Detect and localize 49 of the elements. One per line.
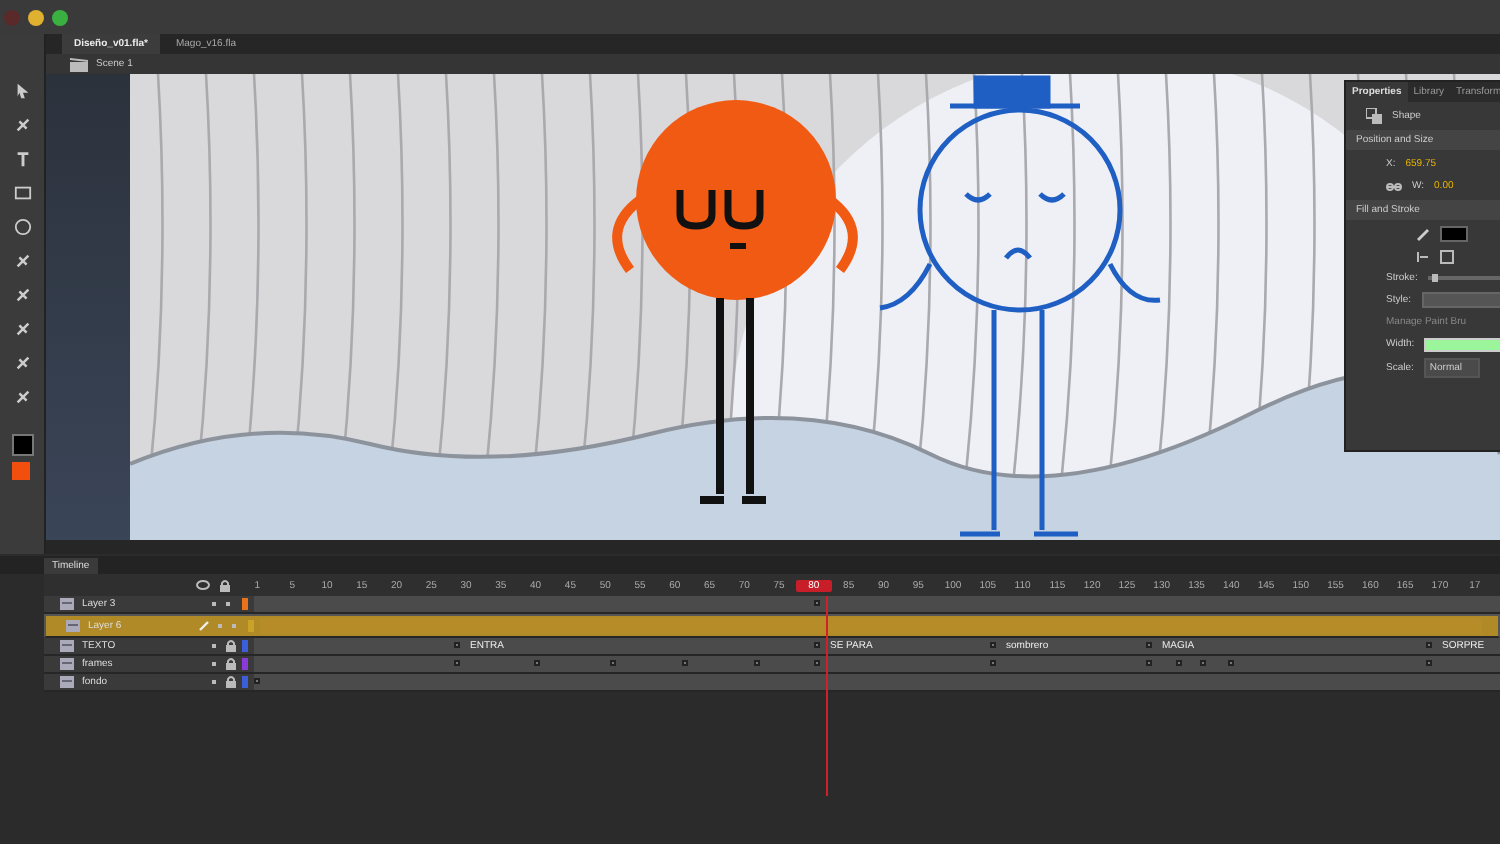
keyframe-icon[interactable]: [682, 660, 688, 666]
layer-color-swatch[interactable]: [242, 640, 248, 652]
lock-icon[interactable]: [220, 579, 230, 591]
keyframe-icon[interactable]: [814, 600, 820, 606]
keyframe-icon[interactable]: [1426, 642, 1432, 648]
keyframe-icon[interactable]: [814, 642, 820, 648]
link-icon[interactable]: [1386, 181, 1402, 191]
shape-icon: [1366, 108, 1382, 124]
keyframe-icon[interactable]: [1426, 660, 1432, 666]
layer-icon: [60, 658, 74, 670]
keyframe-icon[interactable]: [254, 678, 260, 684]
keyframe-icon[interactable]: [1200, 660, 1206, 666]
cap-icon[interactable]: [1416, 249, 1430, 263]
keyframe-icon[interactable]: [454, 660, 460, 666]
layer-icon: [60, 676, 74, 688]
keyframe-icon[interactable]: [1146, 660, 1152, 666]
eye-icon[interactable]: [196, 580, 210, 590]
lock-icon[interactable]: [226, 658, 236, 670]
keyframe-icon[interactable]: [610, 660, 616, 666]
horizontal-scrollbar[interactable]: [46, 540, 1500, 554]
stroke-color-swatch[interactable]: [11, 434, 33, 456]
clapperboard-icon: [70, 57, 88, 71]
keyframe-icon[interactable]: [454, 642, 460, 648]
stroke-slider-thumb[interactable]: [1431, 274, 1438, 282]
oval-icon[interactable]: [10, 214, 34, 238]
keyframe-icon[interactable]: [990, 660, 996, 666]
join-icon[interactable]: [1440, 249, 1454, 263]
layer-color-swatch[interactable]: [242, 658, 248, 670]
lock-icon[interactable]: [226, 676, 236, 688]
layer-icon: [60, 598, 74, 610]
layer-color-swatch[interactable]: [242, 598, 248, 610]
keyframe-icon[interactable]: [814, 660, 820, 666]
pencil-icon: [198, 620, 210, 632]
keyframe-icon[interactable]: [1146, 642, 1152, 648]
width-profile-dropdown[interactable]: [1424, 337, 1500, 351]
lock-icon[interactable]: [226, 640, 236, 652]
layer-icon: [60, 640, 74, 652]
layer-icon: [66, 620, 80, 632]
minimize-icon[interactable]: [28, 9, 44, 25]
layer-color-swatch[interactable]: [242, 676, 248, 688]
keyframe-icon[interactable]: [754, 660, 760, 666]
keyframe-icon[interactable]: [1228, 660, 1234, 666]
pencil-icon: [1416, 227, 1430, 241]
zoom-icon[interactable]: [52, 9, 68, 25]
fill-color-swatch[interactable]: [11, 462, 29, 480]
keyframe-icon[interactable]: [534, 660, 540, 666]
stroke-color-swatch[interactable]: [1440, 226, 1468, 242]
keyframe-icon[interactable]: [1176, 660, 1182, 666]
keyframe-icon[interactable]: [990, 642, 996, 648]
